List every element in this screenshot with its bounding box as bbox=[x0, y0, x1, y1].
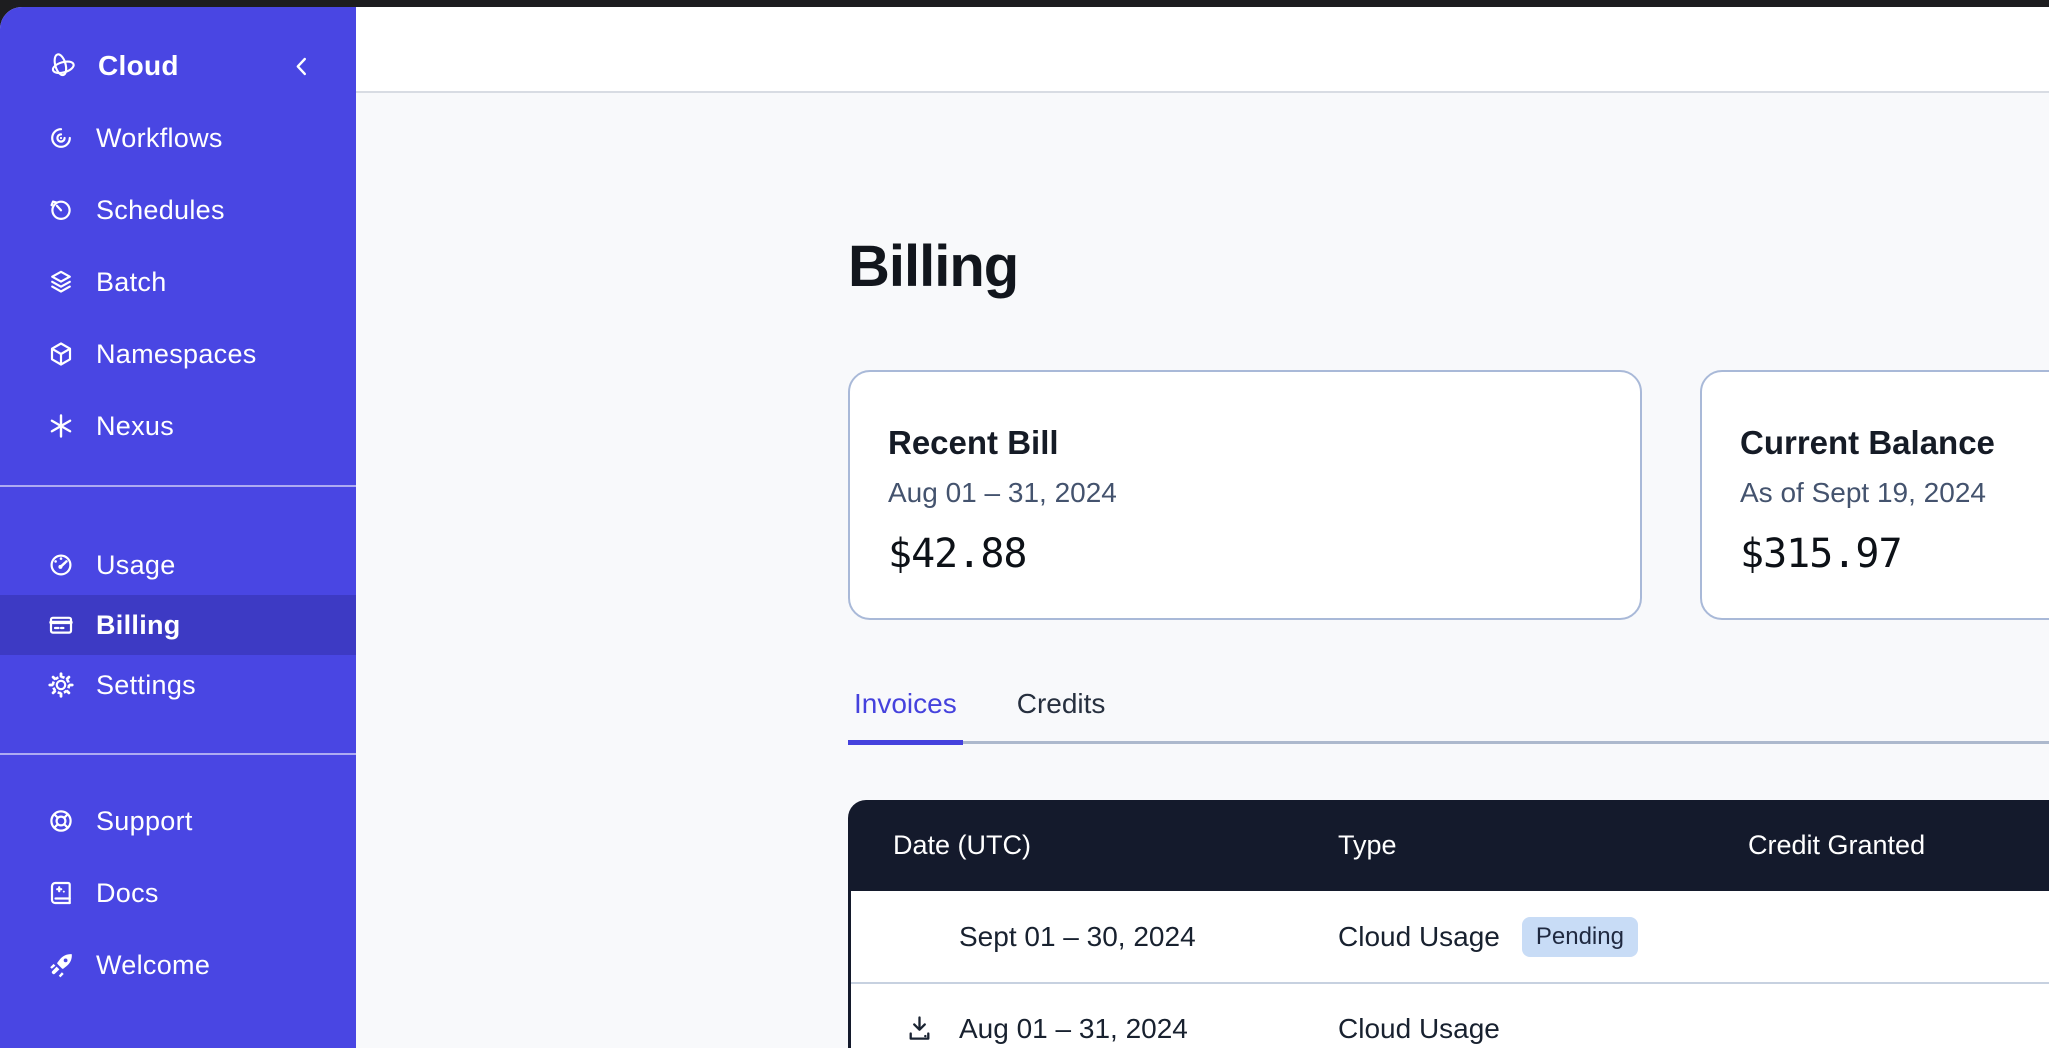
recent-bill-card: Recent Bill Aug 01 – 31, 2024 $42.88 bbox=[848, 370, 1642, 620]
sidebar-item-support[interactable]: Support bbox=[0, 785, 356, 857]
app-window: Cloud Workflows bbox=[0, 7, 2049, 1048]
sidebar-item-batch[interactable]: Batch bbox=[0, 246, 356, 318]
topbar bbox=[356, 7, 2049, 93]
namespaces-icon bbox=[46, 339, 76, 369]
chevron-left-icon[interactable] bbox=[288, 52, 316, 80]
card-amount: $315.97 bbox=[1740, 530, 2049, 578]
summary-cards: Recent Bill Aug 01 – 31, 2024 $42.88 Cur… bbox=[848, 370, 2049, 620]
batch-icon bbox=[46, 267, 76, 297]
sidebar-item-label: Batch bbox=[96, 267, 167, 298]
download-invoice-icon[interactable] bbox=[903, 1012, 936, 1045]
nexus-icon bbox=[46, 411, 76, 441]
status-badge: Pending bbox=[1522, 917, 1638, 957]
invoice-date-cell: Sept 01 – 30, 2024 bbox=[851, 920, 1338, 953]
sidebar-item-label: Workflows bbox=[96, 123, 223, 154]
invoice-date-cell: Aug 01 – 31, 2024 bbox=[851, 1012, 1338, 1045]
table-body: Sept 01 – 30, 2024 Cloud Usage Pending bbox=[848, 891, 2049, 1048]
tab-credits[interactable]: Credits bbox=[1011, 687, 1112, 745]
card-title: Current Balance bbox=[1740, 423, 2049, 463]
billing-page: Billing Recent Bill Aug 01 – 31, 2024 $4… bbox=[356, 93, 2049, 1048]
docs-icon bbox=[46, 878, 76, 908]
schedules-icon bbox=[46, 195, 76, 225]
sidebar-item-welcome[interactable]: Welcome bbox=[0, 929, 356, 1001]
column-header-credit-granted: Credit Granted bbox=[1748, 830, 2049, 861]
card-period: As of Sept 19, 2024 bbox=[1740, 476, 2049, 510]
sidebar-item-settings[interactable]: Settings bbox=[0, 655, 356, 715]
sidebar-item-label: Namespaces bbox=[96, 339, 257, 370]
sidebar-item-label: Settings bbox=[96, 670, 196, 701]
sidebar-item-label: Support bbox=[96, 806, 193, 837]
settings-icon bbox=[46, 670, 76, 700]
invoices-table: Date (UTC) Type Credit Granted Sept 01 –… bbox=[848, 800, 2049, 1048]
usage-icon bbox=[46, 550, 76, 580]
sidebar-item-label: Schedules bbox=[96, 195, 225, 226]
sidebar-brand-label: Cloud bbox=[98, 50, 179, 82]
column-header-type: Type bbox=[1338, 830, 1748, 861]
sidebar-item-label: Usage bbox=[96, 550, 176, 581]
invoice-type: Cloud Usage bbox=[1338, 1013, 1500, 1045]
main-area: Billing Recent Bill Aug 01 – 31, 2024 $4… bbox=[356, 7, 2049, 1048]
card-period: Aug 01 – 31, 2024 bbox=[888, 476, 1594, 510]
temporal-logo-icon bbox=[46, 50, 78, 82]
sidebar-item-usage[interactable]: Usage bbox=[0, 535, 356, 595]
card-amount: $42.88 bbox=[888, 530, 1594, 578]
tab-invoices[interactable]: Invoices bbox=[848, 687, 963, 745]
invoice-date: Aug 01 – 31, 2024 bbox=[959, 1013, 1188, 1045]
welcome-rocket-icon bbox=[46, 950, 76, 980]
sidebar-item-label: Docs bbox=[96, 878, 159, 909]
billing-icon bbox=[46, 610, 76, 640]
invoice-type: Cloud Usage bbox=[1338, 921, 1500, 953]
sidebar-item-nexus[interactable]: Nexus bbox=[0, 390, 356, 462]
table-row: Sept 01 – 30, 2024 Cloud Usage Pending bbox=[851, 891, 2049, 982]
sidebar-brand[interactable]: Cloud bbox=[0, 30, 356, 102]
sidebar-item-label: Billing bbox=[96, 610, 181, 641]
billing-tabs: Invoices Credits bbox=[848, 687, 2049, 745]
workflows-icon bbox=[46, 123, 76, 153]
current-balance-card: Current Balance As of Sept 19, 2024 $315… bbox=[1700, 370, 2049, 620]
invoice-type-cell: Cloud Usage bbox=[1338, 1013, 1748, 1045]
card-title: Recent Bill bbox=[888, 423, 1594, 463]
sidebar-item-schedules[interactable]: Schedules bbox=[0, 174, 356, 246]
sidebar: Cloud Workflows bbox=[0, 7, 356, 1048]
table-row: Aug 01 – 31, 2024 Cloud Usage bbox=[851, 982, 2049, 1048]
invoice-date: Sept 01 – 30, 2024 bbox=[959, 921, 1196, 953]
page-title: Billing bbox=[848, 232, 2049, 302]
sidebar-item-label: Nexus bbox=[96, 411, 174, 442]
sidebar-item-workflows[interactable]: Workflows bbox=[0, 102, 356, 174]
sidebar-item-label: Welcome bbox=[96, 950, 210, 981]
invoice-type-cell: Cloud Usage Pending bbox=[1338, 917, 1748, 957]
sidebar-item-docs[interactable]: Docs bbox=[0, 857, 356, 929]
support-icon bbox=[46, 806, 76, 836]
download-icon-slot-empty bbox=[903, 920, 936, 953]
sidebar-item-billing[interactable]: Billing bbox=[0, 595, 356, 655]
sidebar-item-namespaces[interactable]: Namespaces bbox=[0, 318, 356, 390]
table-header: Date (UTC) Type Credit Granted bbox=[848, 800, 2049, 891]
column-header-date: Date (UTC) bbox=[848, 830, 1338, 861]
